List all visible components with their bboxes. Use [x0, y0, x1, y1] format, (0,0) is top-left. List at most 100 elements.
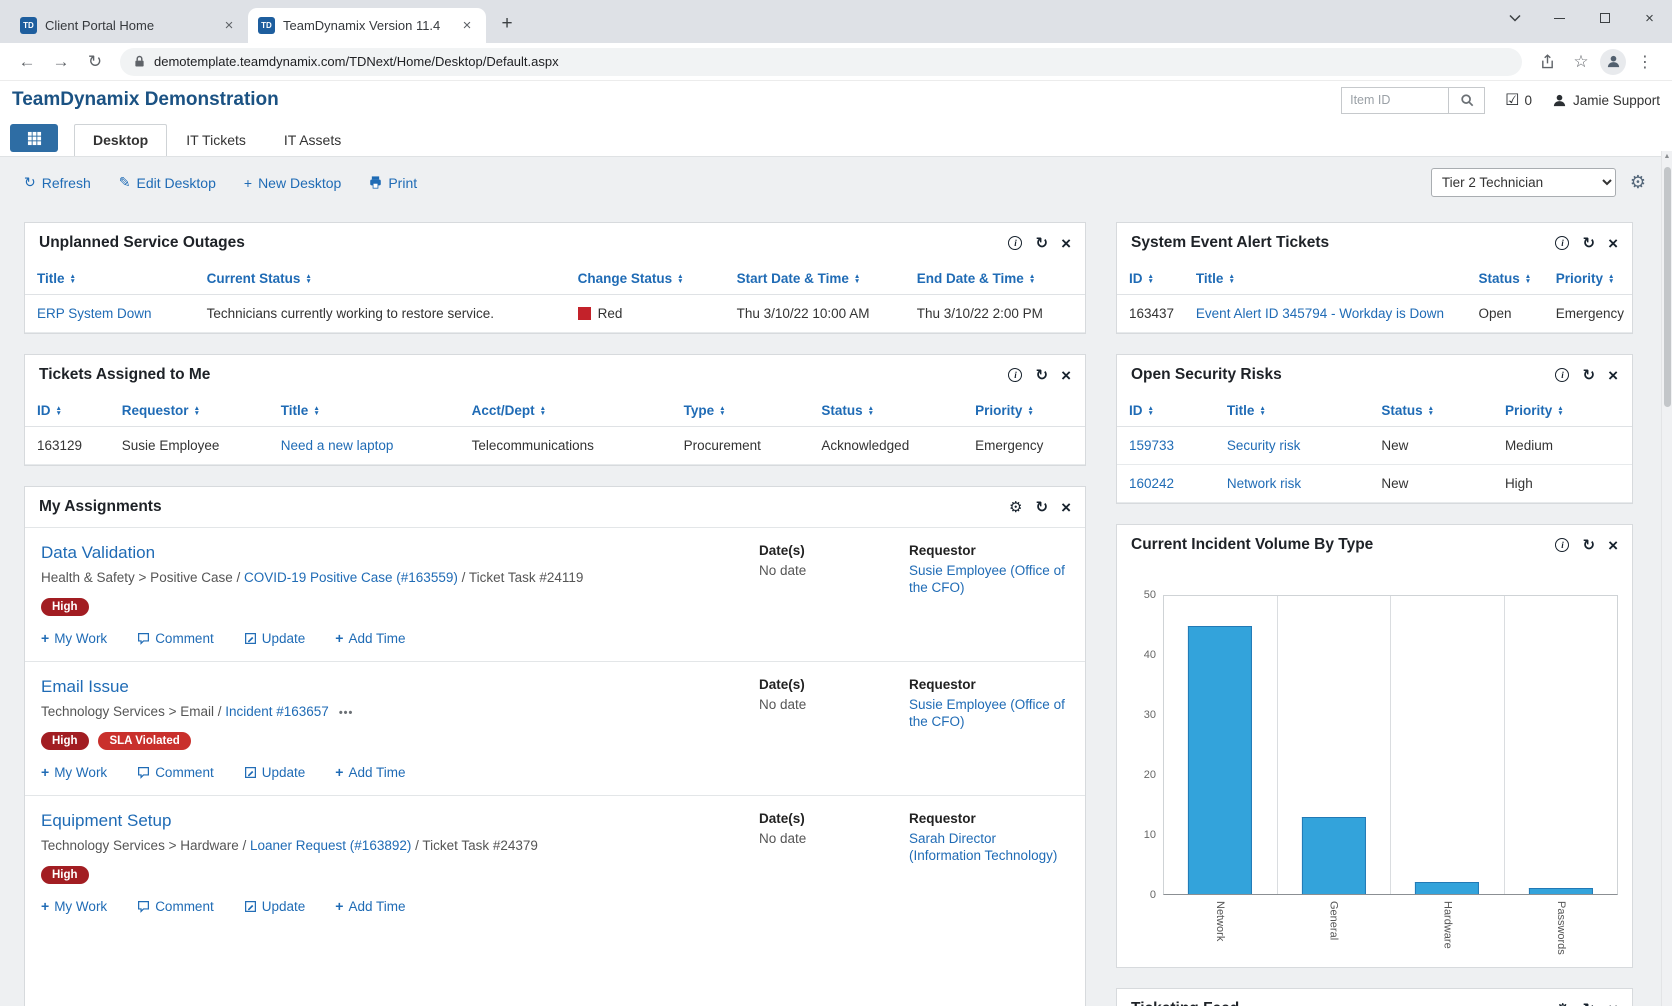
bookmark-star-icon[interactable]: ☆: [1566, 47, 1596, 77]
assignment-title-link[interactable]: Equipment Setup: [41, 811, 171, 831]
close-panel-icon[interactable]: ×: [1061, 235, 1071, 252]
column-header[interactable]: Status: [1466, 263, 1544, 295]
column-header[interactable]: Type: [671, 395, 810, 427]
close-panel-icon[interactable]: ×: [1608, 537, 1618, 554]
column-header[interactable]: Change Status: [565, 263, 725, 295]
column-header[interactable]: Status: [1369, 395, 1493, 427]
panel-gear-icon[interactable]: ⚙: [1556, 1002, 1569, 1006]
risk-id-link[interactable]: 160242: [1129, 476, 1174, 491]
tab-it-assets[interactable]: IT Assets: [265, 124, 360, 156]
comment-link[interactable]: Comment: [137, 764, 214, 780]
requestor-link[interactable]: Susie Employee (Office of the CFO): [909, 697, 1065, 729]
my-work-link[interactable]: + My Work: [41, 630, 107, 646]
column-header[interactable]: Priority: [1543, 263, 1632, 295]
refresh-panel-icon[interactable]: ↻: [1582, 538, 1595, 553]
alert-title-link[interactable]: Event Alert ID 345794 - Workday is Down: [1196, 306, 1444, 321]
info-icon[interactable]: i: [1555, 538, 1570, 552]
update-link[interactable]: Update: [244, 898, 305, 914]
info-icon[interactable]: i: [1555, 368, 1570, 382]
comment-link[interactable]: Comment: [137, 630, 214, 646]
info-icon[interactable]: i: [1008, 236, 1023, 250]
scrollbar-thumb[interactable]: [1663, 167, 1671, 407]
column-header[interactable]: Priority: [963, 395, 1085, 427]
close-panel-icon[interactable]: ×: [1608, 1001, 1618, 1006]
column-header[interactable]: Priority: [1492, 395, 1632, 427]
requestor-link[interactable]: Susie Employee (Office of the CFO): [909, 563, 1065, 595]
info-icon[interactable]: i: [1555, 236, 1570, 250]
column-header[interactable]: ID: [25, 395, 110, 427]
chart-bar-network[interactable]: [1188, 625, 1253, 894]
column-header[interactable]: Current Status: [194, 263, 566, 295]
browser-tab-teamdynamix[interactable]: TD TeamDynamix Version 11.4 ×: [248, 8, 486, 43]
reload-button[interactable]: ↻: [80, 47, 110, 77]
risk-id-link[interactable]: 159733: [1129, 438, 1174, 453]
chart-bar-general[interactable]: [1301, 816, 1366, 894]
update-link[interactable]: Update: [244, 764, 305, 780]
refresh-panel-icon[interactable]: ↻: [1035, 500, 1048, 515]
column-header[interactable]: End Date & Time: [904, 263, 1085, 295]
tab-desktop[interactable]: Desktop: [74, 124, 168, 156]
chart-bar-hardware[interactable]: [1415, 882, 1480, 894]
ticket-title-link[interactable]: Need a new laptop: [281, 438, 394, 453]
panel-gear-icon[interactable]: ⚙: [1009, 500, 1022, 515]
close-window-button[interactable]: ×: [1627, 0, 1672, 36]
refresh-panel-icon[interactable]: ↻: [1582, 1002, 1595, 1006]
scroll-up-arrow-icon[interactable]: ▲: [1662, 153, 1672, 160]
settings-gear-icon[interactable]: ⚙: [1630, 172, 1646, 193]
tab-search-chevron-icon[interactable]: [1492, 0, 1537, 36]
tab-it-tickets[interactable]: IT Tickets: [167, 124, 265, 156]
item-id-input[interactable]: [1341, 86, 1450, 114]
close-panel-icon[interactable]: ×: [1608, 235, 1618, 252]
risk-title-link[interactable]: Security risk: [1227, 438, 1301, 453]
close-tab-icon[interactable]: ×: [458, 17, 476, 35]
refresh-button[interactable]: ↻ Refresh: [24, 174, 91, 191]
chart-bar-passwords[interactable]: [1528, 888, 1593, 894]
my-work-link[interactable]: + My Work: [41, 764, 107, 780]
column-header[interactable]: Title: [1183, 263, 1467, 295]
back-button[interactable]: ←: [12, 47, 42, 77]
profile-avatar[interactable]: [1600, 48, 1626, 75]
assignment-title-link[interactable]: Email Issue: [41, 677, 129, 697]
column-header[interactable]: Title: [1214, 395, 1370, 427]
print-button[interactable]: Print: [369, 175, 417, 191]
info-icon[interactable]: i: [1008, 368, 1023, 382]
share-icon[interactable]: [1532, 47, 1562, 77]
url-bar[interactable]: demotemplate.teamdynamix.com/TDNext/Home…: [120, 47, 1522, 76]
add-time-link[interactable]: + Add Time: [335, 764, 405, 780]
close-tab-icon[interactable]: ×: [220, 17, 238, 35]
update-link[interactable]: Update: [244, 630, 305, 646]
breadcrumb-ticket-link[interactable]: Loaner Request (#163892): [250, 838, 411, 853]
refresh-panel-icon[interactable]: ↻: [1035, 368, 1048, 383]
maximize-button[interactable]: [1582, 0, 1627, 36]
close-panel-icon[interactable]: ×: [1608, 367, 1618, 384]
browser-tab-client-portal[interactable]: TD Client Portal Home ×: [10, 8, 248, 43]
column-header[interactable]: Requestor: [109, 395, 269, 427]
minimize-button[interactable]: [1537, 0, 1582, 36]
outage-title-link[interactable]: ERP System Down: [37, 306, 152, 321]
more-options-icon[interactable]: •••: [339, 707, 354, 719]
column-header[interactable]: Status: [809, 395, 964, 427]
page-scrollbar[interactable]: ▲: [1661, 151, 1672, 1006]
new-tab-button[interactable]: +: [492, 9, 522, 39]
desktop-selector[interactable]: Tier 2 Technician: [1430, 168, 1616, 197]
column-header[interactable]: Title: [268, 395, 460, 427]
my-approvals-button[interactable]: ☑ 0: [1505, 90, 1532, 110]
search-button[interactable]: [1449, 86, 1486, 114]
forward-button[interactable]: →: [46, 47, 76, 77]
risk-title-link[interactable]: Network risk: [1227, 476, 1301, 491]
requestor-link[interactable]: Sarah Director (Information Technology): [909, 831, 1057, 863]
new-desktop-button[interactable]: + New Desktop: [244, 175, 341, 191]
refresh-panel-icon[interactable]: ↻: [1582, 236, 1595, 251]
column-header[interactable]: Title: [25, 263, 195, 295]
column-header[interactable]: ID: [1117, 263, 1184, 295]
refresh-panel-icon[interactable]: ↻: [1035, 236, 1048, 251]
user-menu[interactable]: Jamie Support: [1552, 93, 1660, 108]
column-header[interactable]: Acct/Dept: [459, 395, 672, 427]
breadcrumb-ticket-link[interactable]: COVID-19 Positive Case (#163559): [244, 570, 458, 585]
add-time-link[interactable]: + Add Time: [335, 898, 405, 914]
column-header[interactable]: Start Date & Time: [724, 263, 905, 295]
assignment-title-link[interactable]: Data Validation: [41, 543, 155, 563]
applications-menu-button[interactable]: [10, 124, 58, 152]
browser-menu-icon[interactable]: ⋮: [1630, 47, 1660, 77]
comment-link[interactable]: Comment: [137, 898, 214, 914]
